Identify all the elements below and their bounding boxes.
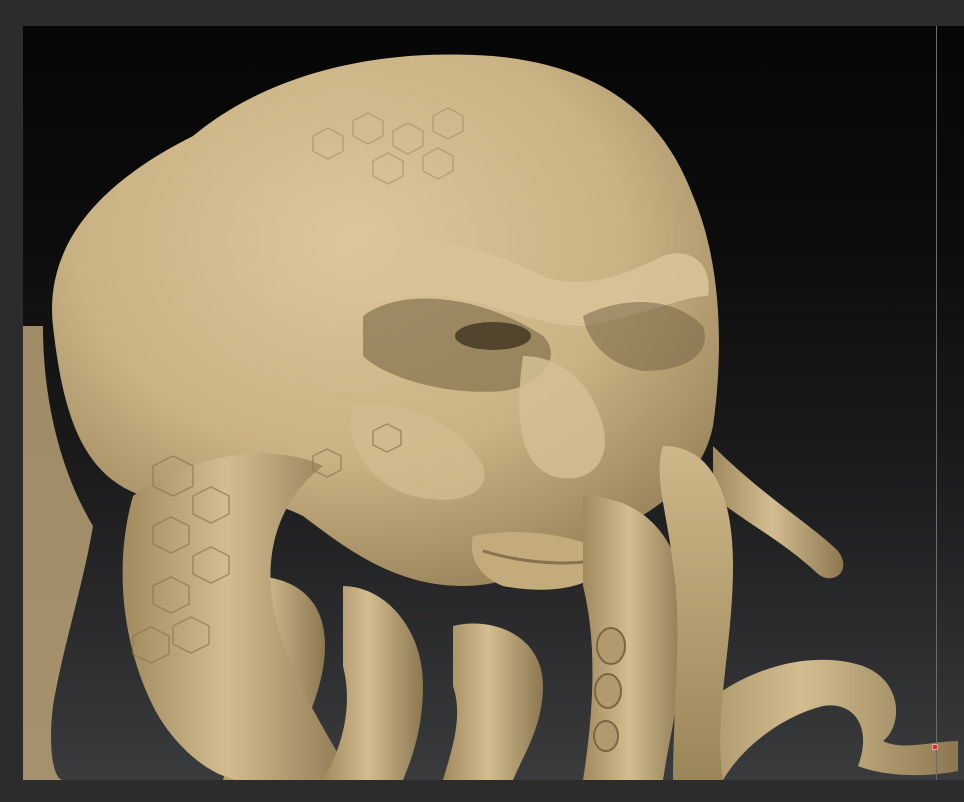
pivot-marker[interactable] [932, 744, 938, 750]
3d-viewport-canvas[interactable] [23, 26, 964, 780]
left-toolbar [0, 26, 23, 780]
tentacle-bottom-center [323, 586, 423, 780]
viewport-divider [936, 26, 937, 780]
top-toolbar [0, 0, 964, 26]
zbrush-like-app [0, 0, 964, 802]
tentacle-back-mid [443, 623, 543, 780]
bottom-toolbar [0, 780, 964, 802]
eye [455, 322, 531, 350]
sculpt-model-icon [23, 54, 958, 780]
